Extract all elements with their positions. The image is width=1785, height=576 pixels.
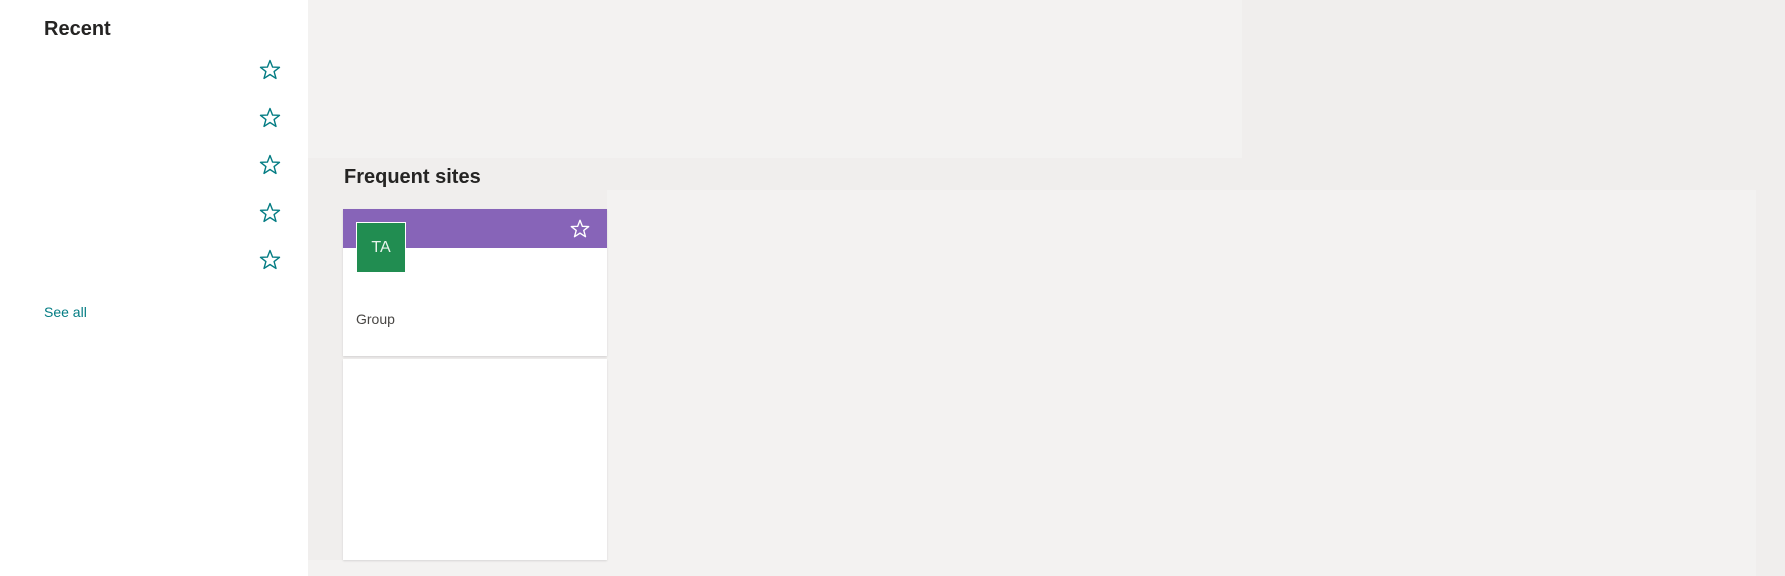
star-outline-icon[interactable] [569,218,591,240]
star-outline-icon[interactable] [258,248,282,272]
empty-site-card [343,359,607,560]
recent-item[interactable] [0,191,308,239]
star-outline-icon[interactable] [258,201,282,225]
recent-sidebar: Recent See all [0,0,308,576]
site-card[interactable]: TA Group [343,209,607,356]
content-panel-bottom [308,560,1756,576]
see-all-link[interactable]: See all [44,304,87,320]
star-outline-icon[interactable] [258,153,282,177]
recent-list [0,48,308,286]
content-panel [607,190,1756,576]
recent-item[interactable] [0,48,308,96]
star-outline-icon[interactable] [258,106,282,130]
site-card-label: Group [356,311,395,327]
site-avatar: TA [356,222,406,273]
top-content-panel [308,0,1242,158]
frequent-sites-title: Frequent sites [344,166,481,188]
recent-title: Recent [44,18,111,40]
recent-item[interactable] [0,238,308,286]
page: Recent See all Frequent sites TA Group [0,0,1785,576]
star-outline-icon[interactable] [258,58,282,82]
recent-item[interactable] [0,96,308,144]
recent-item[interactable] [0,143,308,191]
